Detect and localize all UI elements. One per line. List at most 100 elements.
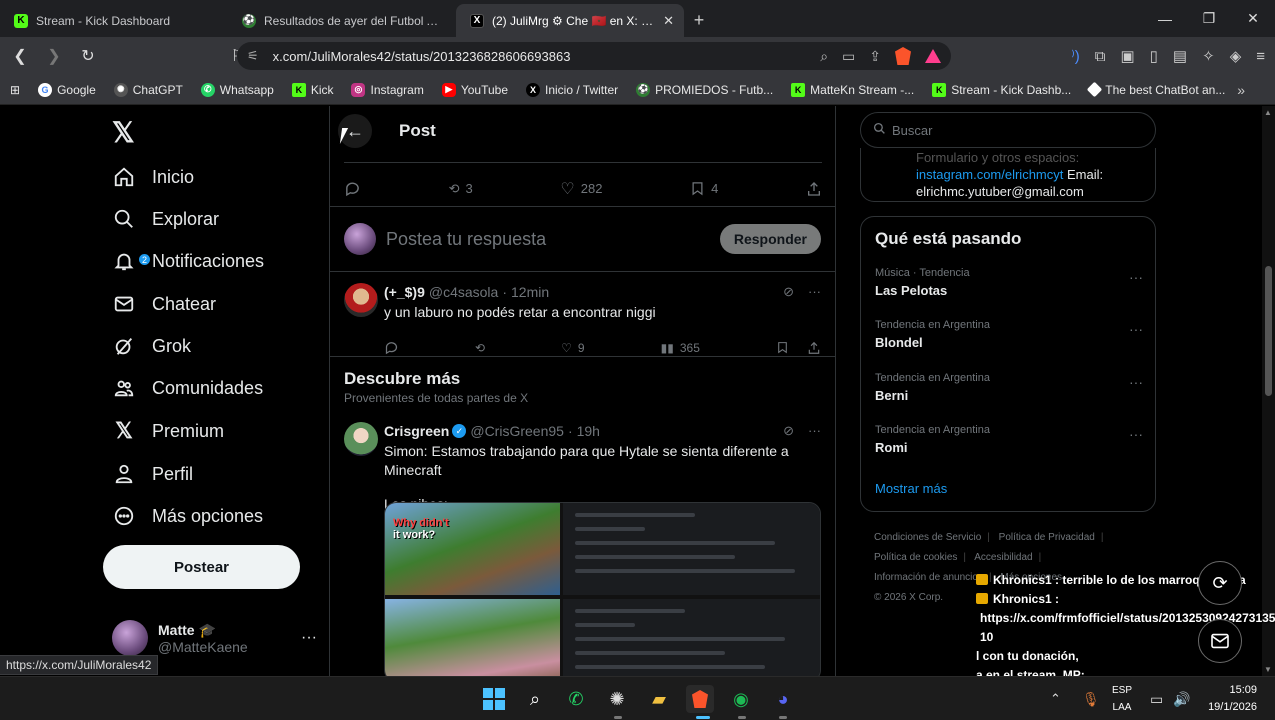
grok-fab-icon[interactable]: ⟳ <box>1198 561 1242 605</box>
back-icon[interactable]: ❮ <box>6 42 34 70</box>
sidebar-icon[interactable]: ▯ <box>1150 47 1158 65</box>
trend-item[interactable]: Tendencia en Argentina Romi ··· <box>875 424 1143 455</box>
more-icon[interactable]: ··· <box>1129 426 1143 442</box>
start-button[interactable] <box>480 685 508 713</box>
bio-email[interactable]: elrichmc.yutuber@gmail.com <box>916 183 1155 200</box>
more-icon[interactable]: ··· <box>1129 269 1143 285</box>
vpn-icon[interactable]: ◈ <box>1230 47 1242 65</box>
cast-icon[interactable]: ▭ <box>842 48 855 65</box>
tweet-author-handle[interactable]: @c4sasola <box>429 284 498 300</box>
close-window-icon[interactable]: ✕ <box>1231 0 1275 37</box>
address-bar[interactable]: ⚟ x.com/JuliMorales42/status/20132368286… <box>237 42 951 70</box>
retweet-button[interactable]: ⟲ 3 <box>449 181 473 197</box>
views-button[interactable]: ▮▮ 365 <box>661 340 700 355</box>
volume-icon[interactable]: 🔊 <box>1173 677 1190 720</box>
restore-icon[interactable]: ❐ <box>1187 0 1231 37</box>
more-icon[interactable]: ··· <box>301 629 317 647</box>
reply-input[interactable]: Postea tu respuesta <box>386 229 720 250</box>
microphone-icon[interactable]: 🎙 <box>1082 677 1100 720</box>
accessibility-link[interactable]: Accesibilidad <box>974 552 1032 563</box>
bookmark-promiedos[interactable]: ⚽ PROMIEDOS - Futb... <box>636 82 773 97</box>
extensions-icon[interactable]: ⧉ <box>1095 48 1106 65</box>
reply-icon[interactable] <box>384 340 399 355</box>
media-icon[interactable]: ▣ <box>1120 47 1134 65</box>
file-explorer-icon[interactable]: ▰ <box>645 685 673 713</box>
tweet-author-name[interactable]: (+_$)9 <box>384 284 425 300</box>
nav-item-comunidades[interactable]: Comunidades <box>112 368 263 408</box>
grok-icon[interactable]: ⊘ <box>783 423 794 439</box>
chevron-right-icon[interactable]: » <box>1237 82 1245 98</box>
tab-x-post[interactable]: X (2) JuliMrg ⚙ Che 🇲🇦 en X: "Te re ✕ <box>456 4 684 37</box>
spotify-icon[interactable]: ◉ <box>727 685 755 713</box>
forward-icon[interactable]: ❯ <box>40 42 68 70</box>
whatsapp-icon[interactable]: ✆ <box>562 685 590 713</box>
bookmark-chatgpt[interactable]: ✺ ChatGPT <box>113 82 183 97</box>
bookmark-youtube[interactable]: ▶ YouTube <box>441 82 508 97</box>
nav-item-inicio[interactable]: Inicio <box>112 157 194 197</box>
tweet-author-handle[interactable]: @CrisGreen95 <box>470 423 564 439</box>
reply-button[interactable]: Responder <box>719 224 821 254</box>
nav-item-perfil[interactable]: Perfil <box>112 454 193 494</box>
menu-icon[interactable]: ≡ <box>1256 48 1265 65</box>
scrollbar-thumb[interactable] <box>1265 266 1272 396</box>
bookmark-button[interactable]: 4 <box>690 180 718 197</box>
reload-icon[interactable]: ↻ <box>74 42 102 70</box>
network-icon[interactable]: ▭ <box>1150 677 1163 720</box>
bookmark-instagram[interactable]: ◎ Instagram <box>351 82 424 97</box>
system-clock[interactable]: 15:09 19/1/2026 <box>1208 682 1257 716</box>
wallet-icon[interactable]: ▤ <box>1173 47 1187 65</box>
ads-info-link[interactable]: Información de anuncios <box>874 572 983 583</box>
chatgpt-icon[interactable]: ✺ <box>603 685 631 713</box>
nav-item-mas-opciones[interactable]: Más opciones <box>112 496 263 536</box>
speech-icon[interactable]: ⁾) <box>1071 47 1080 65</box>
privacy-link[interactable]: Política de Privacidad <box>999 532 1095 543</box>
bookmark-google[interactable]: G Google <box>38 82 96 97</box>
bookmark-chatbot[interactable]: The best ChatBot an... <box>1086 81 1225 98</box>
more-icon[interactable]: ··· <box>1129 321 1143 337</box>
tweet-media[interactable]: Why didn't it work? <box>384 502 821 676</box>
bookmark-whatsapp[interactable]: ✆ Whatsapp <box>200 82 274 97</box>
tab-promiedos[interactable]: ⚽ Resultados de ayer del Futbol Argent <box>228 4 456 37</box>
tweet-time[interactable]: 12min <box>511 284 549 300</box>
tweet-time[interactable]: 19h <box>577 423 600 439</box>
input-language[interactable]: ESP LAA <box>1112 682 1132 716</box>
new-tab-button[interactable]: + <box>684 4 714 37</box>
nav-item-chatear[interactable]: Chatear <box>112 284 216 324</box>
search-icon[interactable]: ⌕ <box>521 685 549 713</box>
x-logo-icon[interactable]: 𝕏 <box>112 116 135 149</box>
share-icon[interactable] <box>806 181 822 197</box>
discover-tweet[interactable]: Crisgreen ✓ @CrisGreen95 · 19h ⊘ ··· Sim… <box>330 412 835 514</box>
leo-ai-icon[interactable]: ✧ <box>1202 47 1215 65</box>
bio-link[interactable]: instagram.com/elrichmcyt <box>916 167 1063 182</box>
site-settings-icon[interactable]: ⚟ <box>247 48 259 64</box>
tray-chevron-icon[interactable]: ⌃ <box>1050 677 1061 720</box>
grok-icon[interactable]: ⊘ <box>783 284 794 300</box>
trend-item[interactable]: Música · Tendencia Las Pelotas ··· <box>875 267 1143 298</box>
nav-item-grok[interactable]: Grok <box>112 326 191 366</box>
more-icon[interactable]: ··· <box>808 284 821 300</box>
post-button[interactable]: Postear <box>103 545 300 589</box>
discord-icon[interactable]: ◕ <box>769 685 797 713</box>
share-icon[interactable] <box>807 341 821 355</box>
brave-shields-icon[interactable] <box>895 47 911 65</box>
nav-item-premium[interactable]: 𝕏 Premium <box>112 411 224 451</box>
apps-icon[interactable]: ⊞ <box>10 83 20 97</box>
url-text[interactable]: x.com/JuliMorales42/status/2013236828606… <box>273 49 821 64</box>
messages-fab-icon[interactable] <box>1198 619 1242 663</box>
brave-taskbar-icon[interactable] <box>686 685 714 713</box>
bookmark-kick[interactable]: K Kick <box>291 82 333 97</box>
reply-icon[interactable] <box>344 180 361 197</box>
tweet-author-name[interactable]: Crisgreen <box>384 423 449 439</box>
trend-item[interactable]: Tendencia en Argentina Berni ··· <box>875 372 1143 403</box>
tab-kick-dashboard[interactable]: K Stream - Kick Dashboard <box>0 4 228 37</box>
more-icon[interactable]: ··· <box>808 423 821 439</box>
account-switcher[interactable]: Matte 🎓 @MatteKaene ··· <box>112 616 317 660</box>
cookies-link[interactable]: Política de cookies <box>874 552 957 563</box>
retweet-icon[interactable]: ⟲ <box>475 340 485 355</box>
more-icon[interactable]: ··· <box>1129 374 1143 390</box>
show-more-link[interactable]: Mostrar más <box>875 481 947 496</box>
like-button[interactable]: ♡ 282 <box>560 179 602 199</box>
bookmark-twitter[interactable]: X Inicio / Twitter <box>526 82 618 97</box>
search-input[interactable]: Buscar <box>860 112 1156 148</box>
reply-tweet[interactable]: (+_$)9 @c4sasola · 12min ⊘ ··· y un labu… <box>330 273 835 355</box>
